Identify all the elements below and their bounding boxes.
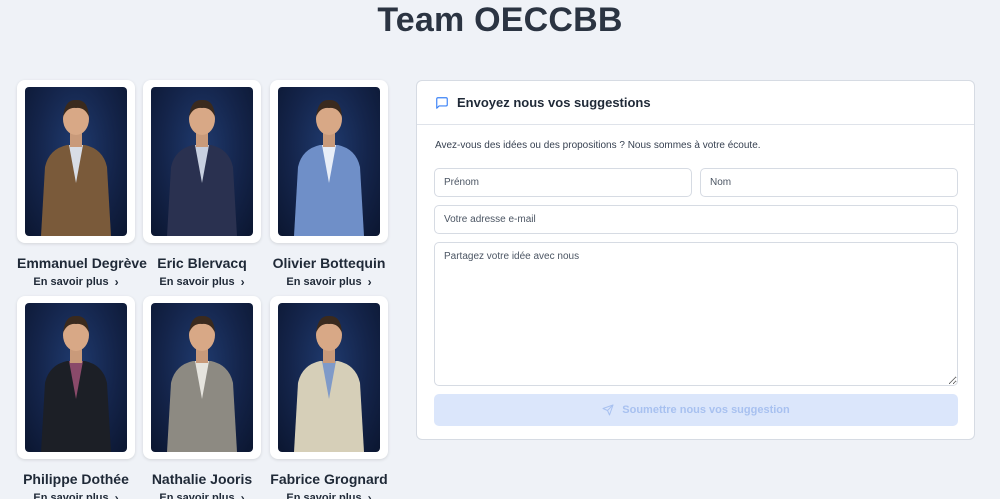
submit-label: Soumettre nous vos suggestion <box>622 404 790 416</box>
message-textarea[interactable] <box>434 242 958 386</box>
form-title: Envoyez nous vos suggestions <box>457 95 651 110</box>
member-photo <box>151 87 253 236</box>
message-square-icon <box>436 96 448 109</box>
member-photo <box>151 303 253 452</box>
team-member-card: Fabrice Grognard En savoir plus › <box>270 296 388 499</box>
photo-frame <box>17 80 135 243</box>
member-name: Fabrice Grognard <box>270 471 388 487</box>
chevron-right-icon: › <box>240 491 245 499</box>
team-member-card: Eric Blervacq En savoir plus › <box>143 80 261 290</box>
team-member-card: Emmanuel Degrève En savoir plus › <box>17 80 147 290</box>
email-input[interactable] <box>434 205 958 234</box>
chevron-right-icon: › <box>367 491 372 499</box>
chevron-right-icon: › <box>114 491 119 499</box>
learn-more-link[interactable]: En savoir plus › <box>286 275 371 289</box>
chevron-right-icon: › <box>240 275 245 289</box>
send-icon <box>602 404 614 416</box>
suggestion-form-card: Envoyez nous vos suggestions Avez-vous d… <box>416 80 975 440</box>
photo-frame <box>143 80 261 243</box>
learn-more-link[interactable]: En savoir plus › <box>159 491 244 499</box>
member-name: Nathalie Jooris <box>151 471 253 487</box>
member-name: Olivier Bottequin <box>272 255 386 271</box>
page-title: Team OECCBB <box>377 1 623 39</box>
photo-frame <box>270 80 388 243</box>
first-name-input[interactable] <box>434 168 692 197</box>
member-name: Philippe Dothée <box>23 471 129 487</box>
chevron-right-icon: › <box>367 275 372 289</box>
member-photo <box>278 303 380 452</box>
team-member-card: Philippe Dothée En savoir plus › <box>17 296 135 499</box>
form-intro-text: Avez-vous des idées ou des propositions … <box>435 140 761 151</box>
member-name: Eric Blervacq <box>157 255 247 271</box>
photo-frame <box>17 296 135 459</box>
last-name-input[interactable] <box>700 168 958 197</box>
team-member-card: Nathalie Jooris En savoir plus › <box>143 296 261 499</box>
learn-more-link[interactable]: En savoir plus › <box>159 275 244 289</box>
photo-frame <box>143 296 261 459</box>
team-member-card: Olivier Bottequin En savoir plus › <box>270 80 388 290</box>
photo-frame <box>270 296 388 459</box>
learn-more-link[interactable]: En savoir plus › <box>33 491 118 499</box>
learn-more-link[interactable]: En savoir plus › <box>33 275 118 289</box>
form-header: Envoyez nous vos suggestions <box>417 81 974 125</box>
member-name: Emmanuel Degrève <box>17 255 147 271</box>
chevron-right-icon: › <box>114 275 119 289</box>
submit-button[interactable]: Soumettre nous vos suggestion <box>434 394 958 426</box>
learn-more-link[interactable]: En savoir plus › <box>286 491 371 499</box>
member-photo <box>25 303 127 452</box>
member-photo <box>25 87 127 236</box>
member-photo <box>278 87 380 236</box>
